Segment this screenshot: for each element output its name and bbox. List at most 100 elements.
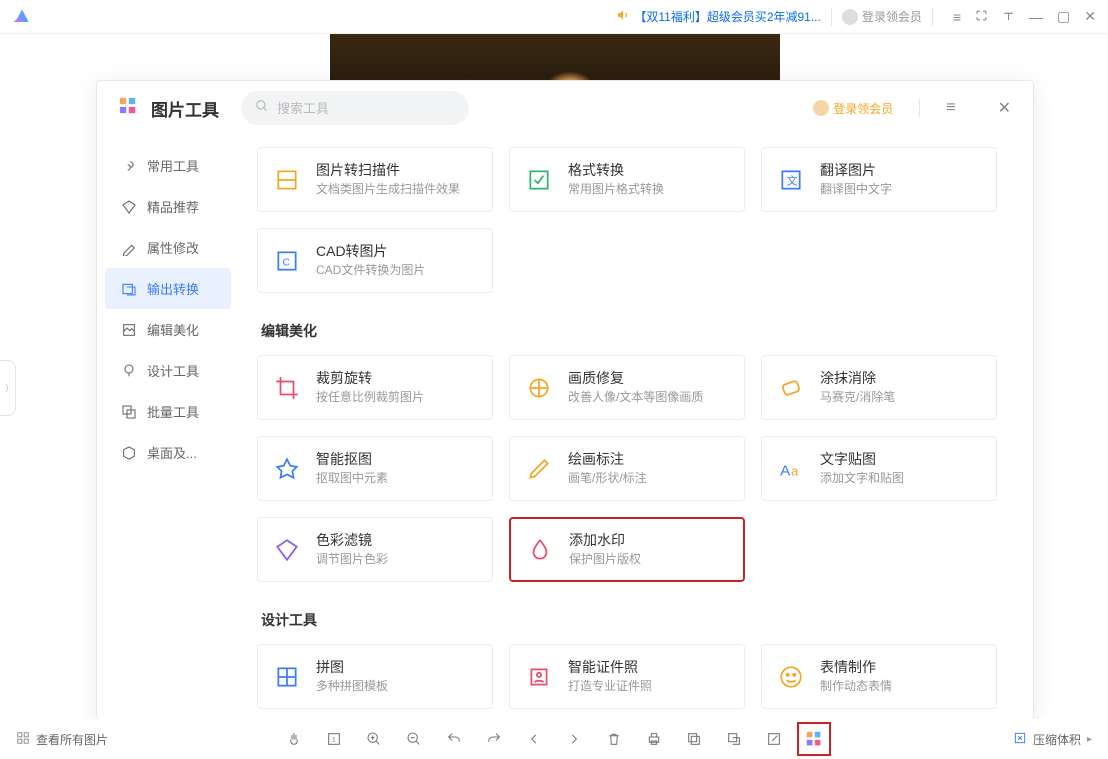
card-erase[interactable]: 涂抹消除马赛克/消除笔	[761, 355, 997, 420]
card-title: 翻译图片	[820, 161, 892, 181]
panel-close-icon[interactable]: ✕	[998, 98, 1011, 118]
card-crop[interactable]: 裁剪旋转按任意比例裁剪图片	[257, 355, 493, 420]
card-filter[interactable]: 色彩滤镜调节图片色彩	[257, 517, 493, 582]
svg-text:文: 文	[787, 173, 798, 187]
undo-icon[interactable]	[445, 730, 463, 748]
card-format[interactable]: 格式转换常用图片格式转换	[509, 147, 745, 212]
svg-text:a: a	[791, 463, 799, 478]
card-watermark[interactable]: 添加水印保护图片版权	[509, 517, 745, 582]
sidebar-item-common[interactable]: 常用工具	[97, 145, 239, 186]
edit-icon[interactable]	[765, 730, 783, 748]
panel-menu-icon[interactable]: ≡	[946, 99, 955, 117]
card-title: 色彩滤镜	[316, 531, 388, 551]
card-translate[interactable]: 文 翻译图片翻译图中文字	[761, 147, 997, 212]
translate-icon: 文	[776, 165, 806, 195]
collage-icon	[272, 662, 302, 692]
avatar-icon	[813, 100, 829, 116]
redo-icon[interactable]	[485, 730, 503, 748]
sidebar-label: 设计工具	[147, 361, 199, 380]
card-collage[interactable]: 拼图多种拼图模板	[257, 644, 493, 709]
sidebar-label: 编辑美化	[147, 320, 199, 339]
card-cad[interactable]: C CAD转图片CAD文件转换为图片	[257, 228, 493, 293]
card-title: CAD转图片	[316, 242, 425, 262]
pin-icon[interactable]	[1002, 9, 1015, 25]
zoom-out-icon[interactable]	[405, 730, 423, 748]
minimize-icon[interactable]: —	[1029, 9, 1043, 25]
card-title: 拼图	[316, 658, 388, 678]
maximize-icon[interactable]: ▢	[1057, 8, 1070, 25]
card-scan[interactable]: 图片转扫描件文档类图片生成扫描件效果	[257, 147, 493, 212]
card-title: 智能抠图	[316, 450, 388, 470]
emoji-icon	[776, 662, 806, 692]
card-title: 格式转换	[568, 161, 664, 181]
sidebar-item-desktop[interactable]: 桌面及...	[97, 432, 239, 473]
view-all-button[interactable]: 查看所有图片	[16, 731, 108, 748]
sidebar-label: 桌面及...	[147, 443, 197, 462]
titlebar-login-text: 登录领会员	[862, 8, 922, 25]
card-desc: 翻译图中文字	[820, 180, 892, 198]
sidebar-label: 常用工具	[147, 156, 199, 175]
menu-icon[interactable]: ≡	[953, 9, 961, 25]
search-icon	[255, 99, 269, 118]
card-idphoto[interactable]: 智能证件照打造专业证件照	[509, 644, 745, 709]
card-annotate[interactable]: 绘画标注画笔/形状/标注	[509, 436, 745, 501]
panel-title: 图片工具	[151, 96, 219, 121]
zoom-in-icon[interactable]	[365, 730, 383, 748]
card-desc: 文档类图片生成扫描件效果	[316, 180, 460, 198]
panel-login[interactable]: 登录领会员	[813, 100, 893, 117]
card-title: 图片转扫描件	[316, 161, 460, 181]
section-title-edit: 编辑美化	[261, 321, 1015, 341]
cad-icon: C	[272, 246, 302, 276]
card-desc: 打造专业证件照	[568, 677, 652, 695]
card-desc: 改善人像/文本等图像画质	[568, 388, 703, 406]
next-icon[interactable]	[565, 730, 583, 748]
delete-icon[interactable]	[605, 730, 623, 748]
app-logo	[12, 7, 32, 27]
svg-text:C: C	[283, 257, 290, 268]
titlebar-login[interactable]: 登录领会员	[842, 8, 922, 25]
card-desc: 按任意比例裁剪图片	[316, 388, 424, 406]
sidebar-item-edit[interactable]: 编辑美化	[97, 309, 239, 350]
sidebar-item-properties[interactable]: 属性修改	[97, 227, 239, 268]
close-icon[interactable]: ✕	[1084, 8, 1096, 25]
hand-tool-icon[interactable]	[285, 730, 303, 748]
card-cutout[interactable]: 智能抠图抠取图中元素	[257, 436, 493, 501]
tools-grid-icon[interactable]	[805, 730, 823, 748]
search-wrap[interactable]	[241, 91, 469, 125]
card-desc: 抠取图中元素	[316, 469, 388, 487]
sidebar-label: 属性修改	[147, 238, 199, 257]
fullscreen-icon[interactable]	[975, 9, 988, 25]
search-input[interactable]	[277, 101, 455, 116]
card-desc: CAD文件转换为图片	[316, 261, 425, 279]
card-quality[interactable]: 画质修复改善人像/文本等图像画质	[509, 355, 745, 420]
compress-button[interactable]: 压缩体积 ▸	[1013, 731, 1092, 748]
card-title: 裁剪旋转	[316, 369, 424, 389]
filter-icon	[272, 535, 302, 565]
actual-size-icon[interactable]: 1	[325, 730, 343, 748]
sidebar-item-batch[interactable]: 批量工具	[97, 391, 239, 432]
watermark-icon	[525, 535, 555, 565]
copy-icon[interactable]	[685, 730, 703, 748]
card-desc: 马赛克/消除笔	[820, 388, 895, 406]
card-desc: 多种拼图模板	[316, 677, 388, 695]
save-as-icon[interactable]	[725, 730, 743, 748]
card-title: 绘画标注	[568, 450, 647, 470]
panel-login-text: 登录领会员	[833, 100, 893, 117]
sidebar-item-featured[interactable]: 精品推荐	[97, 186, 239, 227]
promo-link[interactable]: 【双11福利】超级会员买2年减91...	[616, 8, 820, 25]
left-float-handle[interactable]	[0, 360, 16, 416]
sidebar-item-design[interactable]: 设计工具	[97, 350, 239, 391]
card-text[interactable]: Aa 文字贴图添加文字和贴图	[761, 436, 997, 501]
format-icon	[524, 165, 554, 195]
card-title: 智能证件照	[568, 658, 652, 678]
card-emoji[interactable]: 表情制作制作动态表情	[761, 644, 997, 709]
crop-icon	[272, 373, 302, 403]
card-desc: 制作动态表情	[820, 677, 892, 695]
sidebar: 常用工具 精品推荐 属性修改 输出转换 编辑美化 设计工具	[97, 135, 239, 719]
idphoto-icon	[524, 662, 554, 692]
sidebar-item-output[interactable]: 输出转换	[105, 268, 231, 309]
prev-icon[interactable]	[525, 730, 543, 748]
promo-text: 【双11福利】超级会员买2年减91...	[634, 8, 820, 25]
print-icon[interactable]	[645, 730, 663, 748]
card-desc: 调节图片色彩	[316, 550, 388, 568]
